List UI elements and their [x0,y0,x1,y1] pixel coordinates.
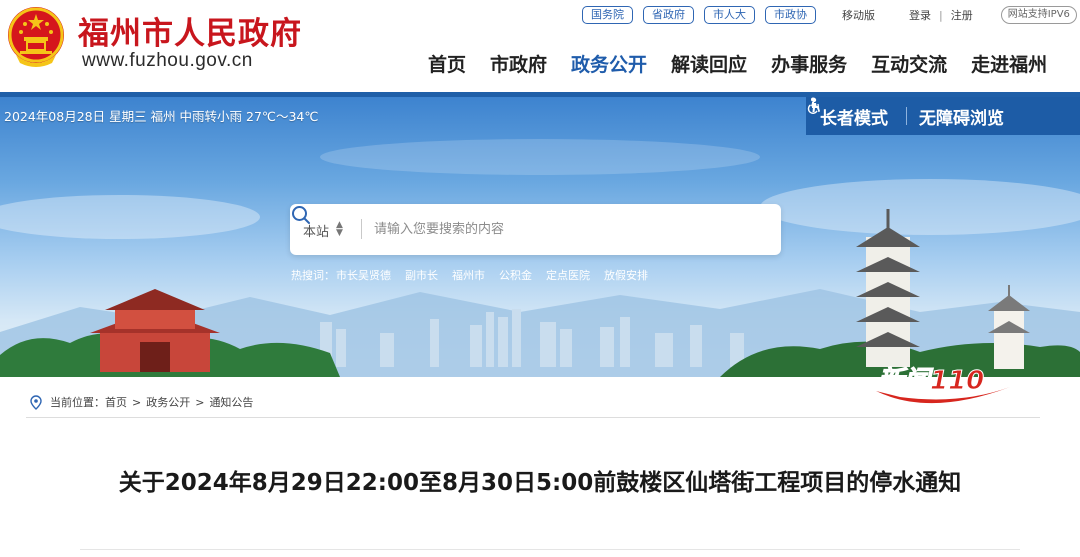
top-links: 国务院 省政府 市人大 市政协 移动版 登录 | 注册 网站支持IPV6 [582,5,1077,25]
link-npc[interactable]: 市人大 [704,6,755,24]
search-icon[interactable] [290,204,312,226]
site-header: 福州市人民政府 www.fuzhou.gov.cn 国务院 省政府 市人大 市政… [0,0,1080,92]
hot-search-label: 热搜词： [291,269,335,282]
title-divider [80,549,1020,550]
link-separator: | [939,8,943,22]
site-name[interactable]: 福州市人民政府 [78,8,302,53]
site-domain: www.fuzhou.gov.cn [82,50,253,71]
access-separator [906,107,907,125]
main-content: 当前位置： 首页 > 政务公开 > 通知公告 新闻110 关于2024年8月29… [4,366,1076,557]
news-110-logo[interactable]: 新闻110 [870,347,1016,419]
hero-banner: 2024年08月28日 星期三 福州 中雨转小雨 27℃～34℃ 长者模式 无障… [0,97,1080,377]
mobile-version-link[interactable]: 移动版 [842,7,875,23]
elder-mode-label: 长者模式 [820,108,888,129]
breadcrumb-home[interactable]: 首页 [105,394,127,410]
nav-interpretation[interactable]: 解读回应 [671,50,747,77]
nav-about-fuzhou[interactable]: 走进福州 [971,50,1047,77]
hot-search-item[interactable]: 市长吴贤德 [336,267,391,283]
login-link[interactable]: 登录 [909,7,931,23]
breadcrumb-gov-affairs[interactable]: 政务公开 [146,394,190,410]
accessible-browse-label: 无障碍浏览 [919,108,1004,129]
hot-search-item[interactable]: 放假安排 [604,267,648,283]
wheelchair-icon [807,97,820,114]
nav-interaction[interactable]: 互动交流 [871,50,947,77]
breadcrumb-label: 当前位置： [50,396,105,409]
national-emblem-icon[interactable] [6,5,66,71]
main-nav: 首页 市政府 政务公开 解读回应 办事服务 互动交流 走进福州 [428,48,1047,78]
news-110-logo-text: 新闻110 [878,366,984,396]
location-pin-icon [30,394,42,410]
link-cppcc[interactable]: 市政协 [765,6,816,24]
ipv6-badge: 网站支持IPV6 [1000,6,1077,24]
chevron-right-icon: > [132,395,142,409]
hot-search-item[interactable]: 公积金 [499,267,532,283]
accessible-browse-button[interactable]: 无障碍浏览 [807,97,1004,129]
link-provincial-gov[interactable]: 省政府 [643,6,694,24]
hot-search-item[interactable]: 副市长 [405,267,438,283]
breadcrumb-notices[interactable]: 通知公告 [209,394,253,410]
register-link[interactable]: 注册 [951,7,973,23]
drum-tower-illustration [90,289,220,372]
hot-search: 热搜词： 市长吴贤德 副市长 福州市 公积金 定点医院 放假安排 [291,267,662,283]
nav-home[interactable]: 首页 [428,50,466,77]
search-input[interactable] [374,217,734,241]
search-divider [361,219,362,239]
hot-search-item[interactable]: 定点医院 [546,267,590,283]
chevron-right-icon: > [195,395,205,409]
elder-mode-button[interactable]: 长者模式 [811,97,888,129]
chevron-updown-icon[interactable]: ▲ ▼ [336,221,343,238]
date-weather: 2024年08月28日 星期三 福州 中雨转小雨 27℃～34℃ [4,109,319,124]
search-box: 本站 ▲ ▼ [290,204,781,255]
nav-city-government[interactable]: 市政府 [490,50,547,77]
nav-services[interactable]: 办事服务 [771,50,847,77]
nav-gov-affairs-open[interactable]: 政务公开 [571,50,647,77]
accessibility-bar: 长者模式 无障碍浏览 [806,97,1080,135]
link-state-council[interactable]: 国务院 [582,6,633,24]
article-title: 关于2024年8月29日22:00至8月30日5:00前鼓楼区仙塔街工程项目的停… [118,470,962,496]
hot-search-item[interactable]: 福州市 [452,267,485,283]
breadcrumb: 当前位置： 首页 > 政务公开 > 通知公告 [30,394,253,410]
